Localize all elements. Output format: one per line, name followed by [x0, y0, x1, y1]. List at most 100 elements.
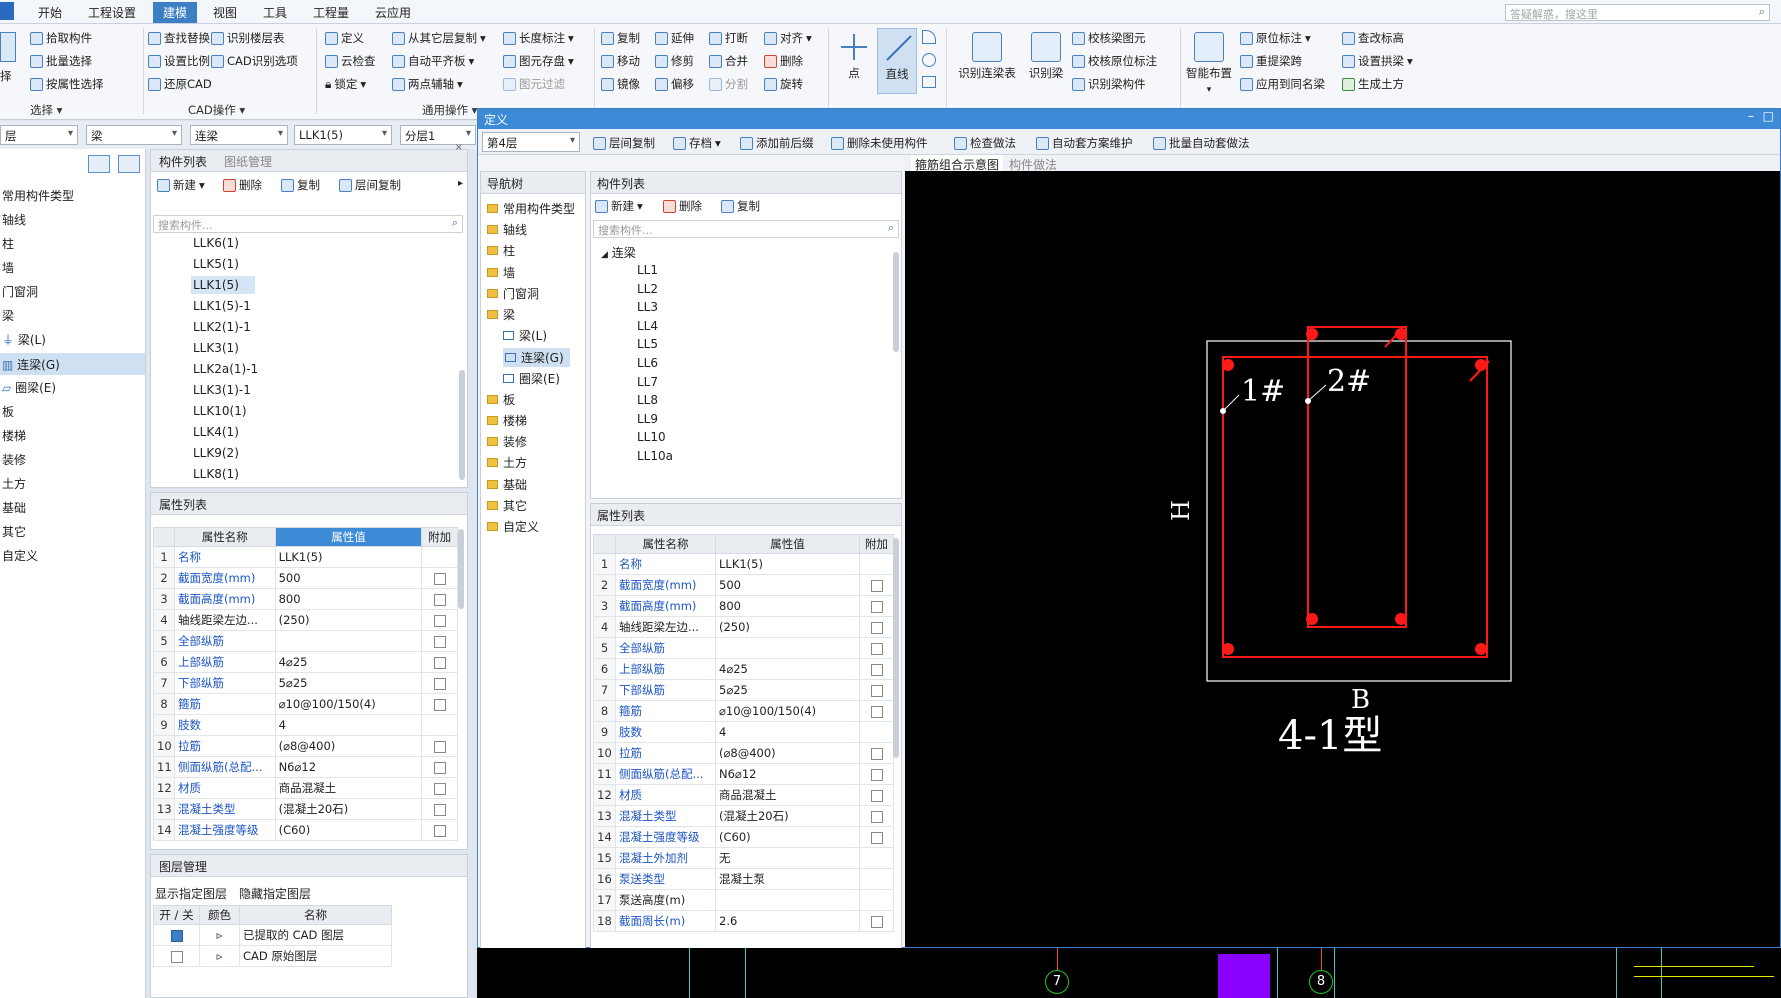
attach-checkbox[interactable]: [421, 798, 458, 820]
tab-component-list[interactable]: 构件列表: [159, 153, 207, 170]
delete-unused-button[interactable]: 删除未使用构件: [831, 135, 928, 151]
expand-icon[interactable]: ▸: [458, 178, 463, 189]
arc-icon[interactable]: [922, 30, 936, 44]
select-big-label[interactable]: 择: [0, 68, 12, 84]
list-item[interactable]: LLK5(1): [193, 257, 239, 271]
table-row[interactable]: 8 箍筋 ⌀10@100/150(4): [153, 693, 458, 715]
identify-floor-table-button[interactable]: 识别楼层表: [211, 30, 285, 46]
nav-item[interactable]: 门窗洞: [2, 283, 38, 300]
find-replace-button[interactable]: 查找替换: [148, 30, 210, 46]
table-row[interactable]: 15 混凝土外加剂无: [593, 847, 894, 869]
select-by-attribute-button[interactable]: 按属性选择: [30, 76, 104, 92]
list-item[interactable]: LLK2a(1)-1: [193, 362, 258, 376]
attach-checkbox[interactable]: [421, 567, 458, 589]
attach-checkbox[interactable]: [421, 777, 458, 799]
attach-checkbox[interactable]: [859, 910, 894, 932]
cloud-check-button[interactable]: 云检查: [325, 53, 376, 69]
property-value[interactable]: (混凝土20石): [715, 805, 860, 827]
edit-elevation-button[interactable]: 查改标高: [1342, 30, 1404, 46]
batch-select-button[interactable]: 批量选择: [30, 53, 92, 69]
merge-button[interactable]: 合并: [709, 53, 748, 69]
tree-item[interactable]: LL5: [637, 337, 658, 351]
type-select[interactable]: 连梁: [190, 125, 288, 145]
property-value[interactable]: 4⌀25: [715, 658, 860, 680]
apply-same-name-button[interactable]: 应用到同名梁: [1240, 76, 1325, 92]
lock-button[interactable]: 🔒︎ 锁定 ▾: [325, 76, 366, 92]
scrollbar[interactable]: [459, 370, 465, 480]
table-row[interactable]: 6 上部纵筋 4⌀25: [593, 658, 894, 680]
list-item[interactable]: LLK4(1): [193, 425, 239, 439]
list-item[interactable]: LLK8(1): [193, 467, 239, 481]
table-row[interactable]: 12 材质 商品混凝土: [153, 777, 458, 799]
scrollbar[interactable]: [458, 529, 464, 609]
two-point-axis-button[interactable]: 两点辅轴 ▾: [392, 76, 463, 92]
common-group-label[interactable]: 通用操作 ▾: [422, 102, 477, 118]
table-row[interactable]: 8 箍筋 ⌀10@100/150(4): [593, 700, 894, 722]
nav-item[interactable]: 墙: [487, 264, 515, 281]
tree-root[interactable]: ◢ 连梁: [601, 244, 636, 261]
attach-checkbox[interactable]: [859, 868, 894, 890]
list-item[interactable]: LLK1(5)-1: [193, 299, 251, 313]
property-value[interactable]: (C60): [715, 826, 860, 848]
collapse-arrow-icon[interactable]: ◢: [601, 250, 608, 260]
tree-item[interactable]: LL8: [637, 393, 658, 407]
attach-checkbox[interactable]: [859, 763, 894, 785]
property-value[interactable]: (混凝土20石): [274, 798, 423, 820]
circle-icon[interactable]: [922, 53, 936, 67]
help-search-input[interactable]: 答疑解惑，搜这里 ⌕: [1505, 4, 1770, 21]
menu-view[interactable]: 视图: [213, 4, 237, 21]
mirror-button[interactable]: 镜像: [601, 76, 640, 92]
nav-item[interactable]: 板: [487, 391, 515, 408]
rectangle-icon[interactable]: [922, 76, 936, 88]
attach-checkbox[interactable]: [421, 588, 458, 610]
table-row[interactable]: 9 肢数 4: [153, 714, 458, 736]
definition-floor-select[interactable]: 第4层: [482, 132, 580, 152]
menu-modeling[interactable]: 建模: [153, 2, 198, 23]
attach-checkbox[interactable]: [421, 651, 458, 673]
maximize-icon[interactable]: □: [1763, 109, 1774, 123]
line-button[interactable]: 直线: [877, 28, 917, 94]
property-value[interactable]: 5⌀25: [274, 672, 423, 694]
property-value[interactable]: [715, 889, 860, 911]
tree-item[interactable]: LL6: [637, 356, 658, 370]
nav-item[interactable]: 梁: [487, 306, 515, 323]
attach-checkbox[interactable]: [859, 658, 894, 680]
attach-checkbox[interactable]: [421, 546, 458, 568]
cad-canvas-strip[interactable]: 7 8: [477, 948, 1781, 998]
attach-checkbox[interactable]: [859, 721, 894, 743]
attach-checkbox[interactable]: [859, 574, 894, 596]
menu-tools[interactable]: 工具: [263, 4, 287, 21]
floor-copy-button[interactable]: 层间复制: [339, 177, 401, 193]
save-element-button[interactable]: 图元存盘 ▾: [503, 53, 574, 69]
set-scale-button[interactable]: 设置比例: [148, 53, 210, 69]
set-arch-beam-button[interactable]: 设置拱梁 ▾: [1342, 53, 1413, 69]
property-value[interactable]: 混凝土泵: [715, 868, 860, 890]
attach-checkbox[interactable]: [421, 819, 458, 841]
point-button[interactable]: 点: [835, 32, 873, 81]
delete-button[interactable]: 删除: [764, 53, 803, 69]
attach-checkbox[interactable]: [421, 735, 458, 757]
component-select[interactable]: LLK1(5): [294, 125, 392, 145]
nav-item[interactable]: 土方: [2, 475, 26, 492]
floor-select[interactable]: 层: [0, 125, 78, 145]
nav-item[interactable]: 自定义: [487, 518, 539, 535]
scrollbar[interactable]: [893, 252, 899, 352]
define-button[interactable]: 定义: [325, 30, 364, 46]
property-value[interactable]: (⌀8@400): [715, 742, 860, 764]
rotate-button[interactable]: 旋转: [764, 76, 803, 92]
property-value[interactable]: 500: [274, 567, 423, 589]
nav-item[interactable]: 门窗洞: [487, 285, 539, 302]
identify-beam-button[interactable]: 识别梁: [1024, 32, 1068, 81]
select-group-label[interactable]: 选择 ▾: [30, 102, 62, 118]
property-value[interactable]: N6⌀12: [715, 763, 860, 785]
table-row[interactable]: 18 截面周长(m) 2.6: [593, 910, 894, 932]
tree-item[interactable]: LL9: [637, 412, 658, 426]
grid-view-icon[interactable]: [118, 155, 140, 173]
pick-component-button[interactable]: 拾取构件: [30, 30, 92, 46]
table-row[interactable]: 5 全部纵筋: [593, 637, 894, 659]
menu-project-settings[interactable]: 工程设置: [88, 4, 136, 21]
table-row[interactable]: 13 混凝土类型 (混凝土20石): [153, 798, 458, 820]
split-button[interactable]: 分割: [709, 76, 748, 92]
copy-component-button[interactable]: 复制: [281, 177, 320, 193]
nav-item[interactable]: 装修: [487, 433, 527, 450]
